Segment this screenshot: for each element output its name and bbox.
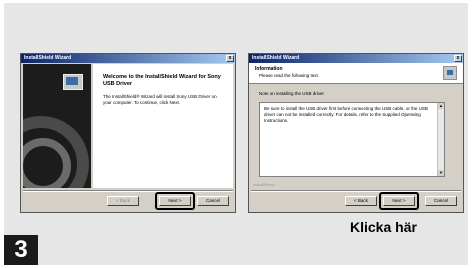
scroll-down-icon[interactable]: ▼ [438,170,444,176]
computer-screen-icon [66,77,78,85]
header-title: Information [255,66,283,72]
cancel-button[interactable]: Cancel [197,196,229,206]
cancel-button[interactable]: Cancel [425,196,457,206]
close-button[interactable]: x [226,55,234,62]
next-button-highlight [155,192,195,210]
welcome-body-text: The InstallShield® Wizard will install S… [103,94,217,105]
button-separator [23,190,233,192]
instruction-panel: InstallShield Wizard x Welcome to the In… [4,3,468,265]
welcome-wizard-window: InstallShield Wizard x Welcome to the In… [20,53,236,213]
close-button[interactable]: x [454,55,462,62]
window-title: InstallShield Wizard [21,54,235,63]
installshield-brand: InstallShield [253,182,275,187]
back-button[interactable]: < Back [345,196,377,206]
button-separator [251,190,461,192]
wizard-header: Information Please read the following te… [249,63,463,84]
information-textbox[interactable]: Be sure to install the USB driver first … [259,102,445,177]
computer-screen-icon [447,70,453,75]
wizard-side-graphic [23,64,91,188]
note-label: Note on installing the USB driver [259,91,325,96]
window-title: InstallShield Wizard [249,54,463,63]
step-number-badge: 3 [4,235,38,265]
information-text: Be sure to install the USB driver first … [264,106,428,123]
information-wizard-window: InstallShield Wizard x Information Pleas… [248,53,464,213]
next-button-highlight [379,192,419,210]
welcome-content-area: Welcome to the InstallShield Wizard for … [93,64,233,188]
vertical-scrollbar[interactable]: ▲ ▼ [437,103,444,176]
welcome-heading: Welcome to the InstallShield Wizard for … [103,74,221,87]
click-here-label: Klicka här [350,219,417,235]
computer-icon [443,66,457,80]
scroll-up-icon[interactable]: ▲ [438,103,444,109]
header-subtitle: Please read the following text. [259,73,320,78]
back-button[interactable]: < Back [107,196,139,206]
